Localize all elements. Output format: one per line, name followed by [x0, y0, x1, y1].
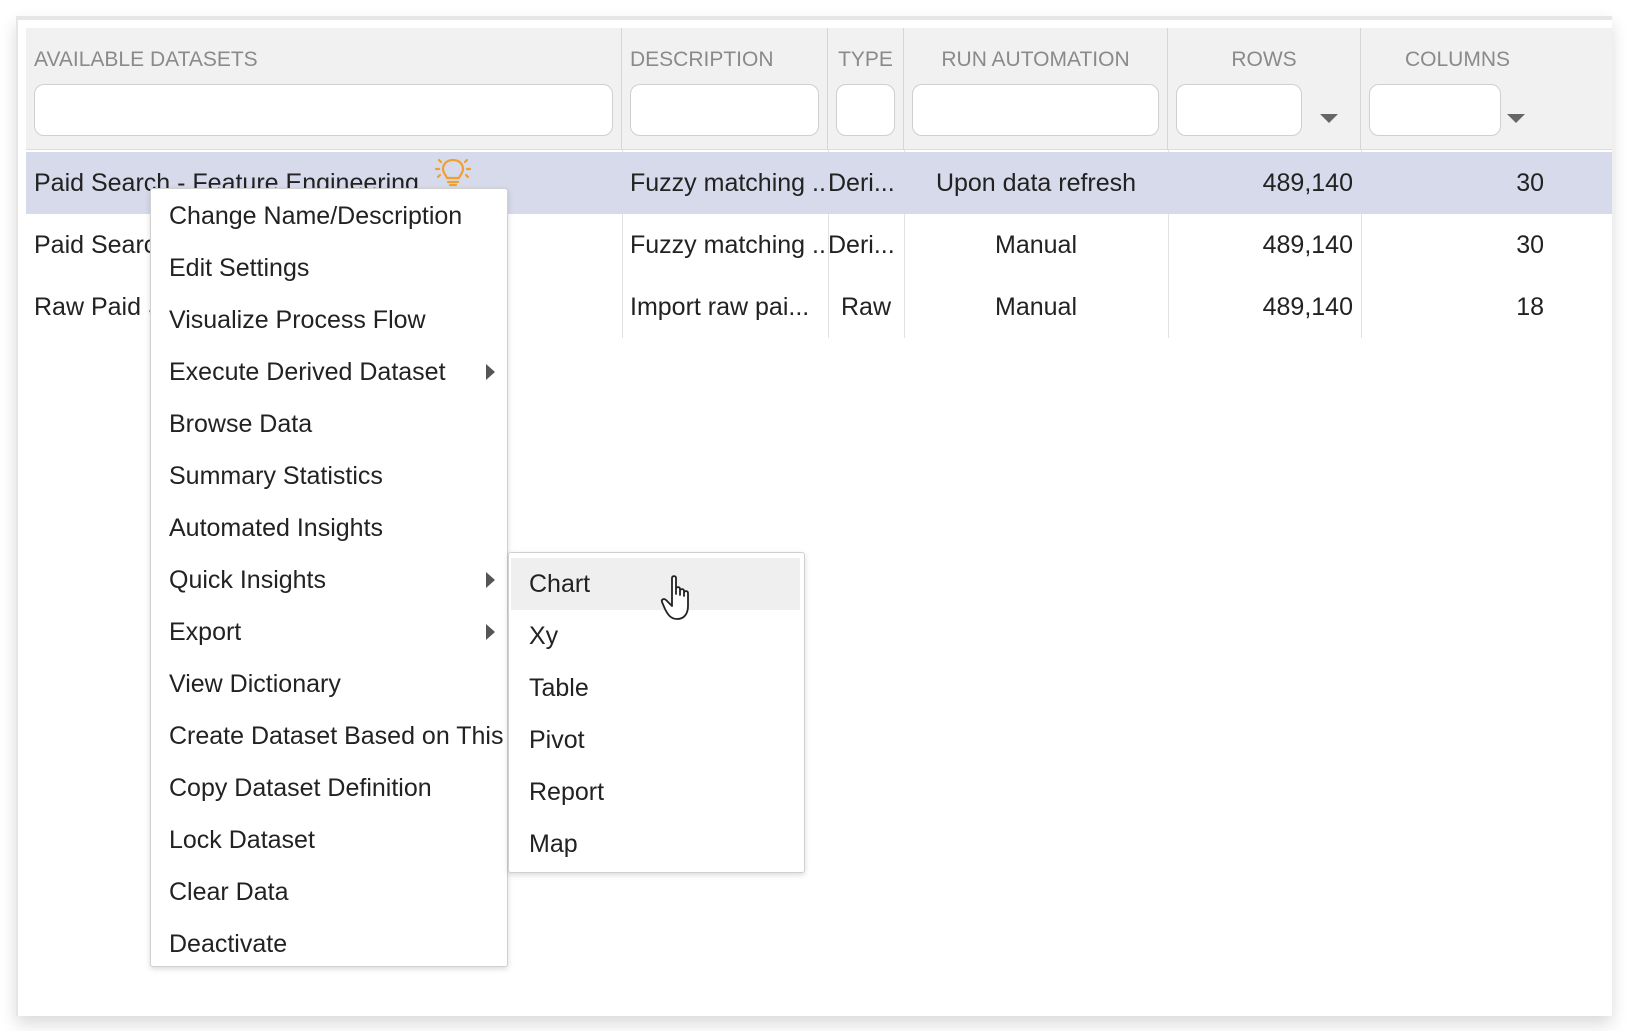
type-cell: Raw [840, 293, 891, 321]
menu-item-label: Export [169, 618, 242, 646]
menu-item-automated-insights[interactable]: Automated Insights [151, 502, 507, 554]
rows-cell: 489,140 [1262, 231, 1353, 259]
menu-item-browse-data[interactable]: Browse Data [151, 398, 507, 450]
menu-item-label: Execute Derived Dataset [169, 358, 446, 386]
context-menu: Change Name/Description Edit Settings Vi… [150, 188, 508, 967]
menu-item-label: Quick Insights [169, 566, 327, 594]
column-label: RUN AUTOMATION [941, 48, 1130, 71]
grid-header: AVAILABLE DATASETS DESCRIPTION TYPE RUN … [26, 28, 1612, 150]
columns-cell: 30 [1516, 231, 1544, 259]
column-header-type[interactable]: TYPE [828, 28, 904, 150]
submenu-item-map[interactable]: Map [511, 818, 800, 870]
column-header-columns[interactable]: COLUMNS [1361, 28, 1612, 150]
menu-item-clear-data[interactable]: Clear Data [151, 866, 507, 918]
column-header-run-automation[interactable]: RUN AUTOMATION [904, 28, 1168, 150]
menu-item-quick-insights[interactable]: Quick Insights [151, 554, 507, 606]
filter-operator-dropdown-icon[interactable] [1507, 114, 1525, 123]
rows-cell: 489,140 [1262, 293, 1353, 321]
filter-description[interactable] [630, 84, 819, 136]
filter-run-automation[interactable] [912, 84, 1159, 136]
menu-item-visualize-process-flow[interactable]: Visualize Process Flow [151, 294, 507, 346]
filter-type[interactable] [836, 84, 895, 136]
description-cell: Fuzzy matching ... [630, 169, 828, 197]
menu-item-view-dictionary[interactable]: View Dictionary [151, 658, 507, 710]
submenu-item-chart[interactable]: Chart [511, 558, 800, 610]
filter-operator-dropdown-icon[interactable] [1320, 114, 1338, 123]
submenu-item-pivot[interactable]: Pivot [511, 714, 800, 766]
filter-available-datasets[interactable] [34, 84, 613, 136]
column-header-description[interactable]: DESCRIPTION [622, 28, 828, 150]
submenu-arrow-icon [486, 624, 495, 640]
columns-cell: 18 [1516, 293, 1544, 321]
menu-item-lock-dataset[interactable]: Lock Dataset [151, 814, 507, 866]
hand-pointer-icon [660, 574, 700, 629]
menu-item-create-dataset[interactable]: Create Dataset Based on This [151, 710, 507, 762]
columns-cell: 30 [1516, 169, 1544, 197]
filter-columns[interactable] [1369, 84, 1501, 136]
column-label: COLUMNS [1405, 48, 1511, 71]
column-header-available-datasets[interactable]: AVAILABLE DATASETS [26, 28, 622, 150]
automation-cell: Manual [995, 293, 1077, 321]
description-cell: Fuzzy matching ... [630, 231, 828, 259]
submenu-arrow-icon [486, 572, 495, 588]
column-label: ROWS [1231, 48, 1297, 71]
menu-item-change-name[interactable]: Change Name/Description [151, 190, 507, 242]
menu-item-deactivate[interactable]: Deactivate [151, 918, 507, 970]
column-label: AVAILABLE DATASETS [34, 48, 258, 71]
description-cell: Import raw pai... [630, 293, 810, 321]
menu-item-summary-statistics[interactable]: Summary Statistics [151, 450, 507, 502]
filter-rows[interactable] [1176, 84, 1302, 136]
menu-item-copy-dataset-definition[interactable]: Copy Dataset Definition [151, 762, 507, 814]
menu-item-execute-derived-dataset[interactable]: Execute Derived Dataset [151, 346, 507, 398]
submenu-item-table[interactable]: Table [511, 662, 800, 714]
quick-insights-submenu: Chart Xy Table Pivot Report Map [508, 552, 805, 873]
submenu-item-xy[interactable]: Xy [511, 610, 800, 662]
dataset-name: Raw Paid S [34, 293, 165, 321]
submenu-item-report[interactable]: Report [511, 766, 800, 818]
automation-cell: Manual [995, 231, 1077, 259]
type-cell: Deri... [828, 231, 895, 259]
menu-item-export[interactable]: Export [151, 606, 507, 658]
column-label: DESCRIPTION [630, 48, 774, 71]
column-header-rows[interactable]: ROWS [1168, 28, 1361, 150]
automation-cell: Upon data refresh [935, 169, 1137, 197]
rows-cell: 489,140 [1262, 169, 1353, 197]
type-cell: Deri... [828, 169, 895, 197]
column-label: TYPE [838, 48, 893, 71]
menu-item-edit-settings[interactable]: Edit Settings [151, 242, 507, 294]
submenu-arrow-icon [486, 364, 495, 380]
